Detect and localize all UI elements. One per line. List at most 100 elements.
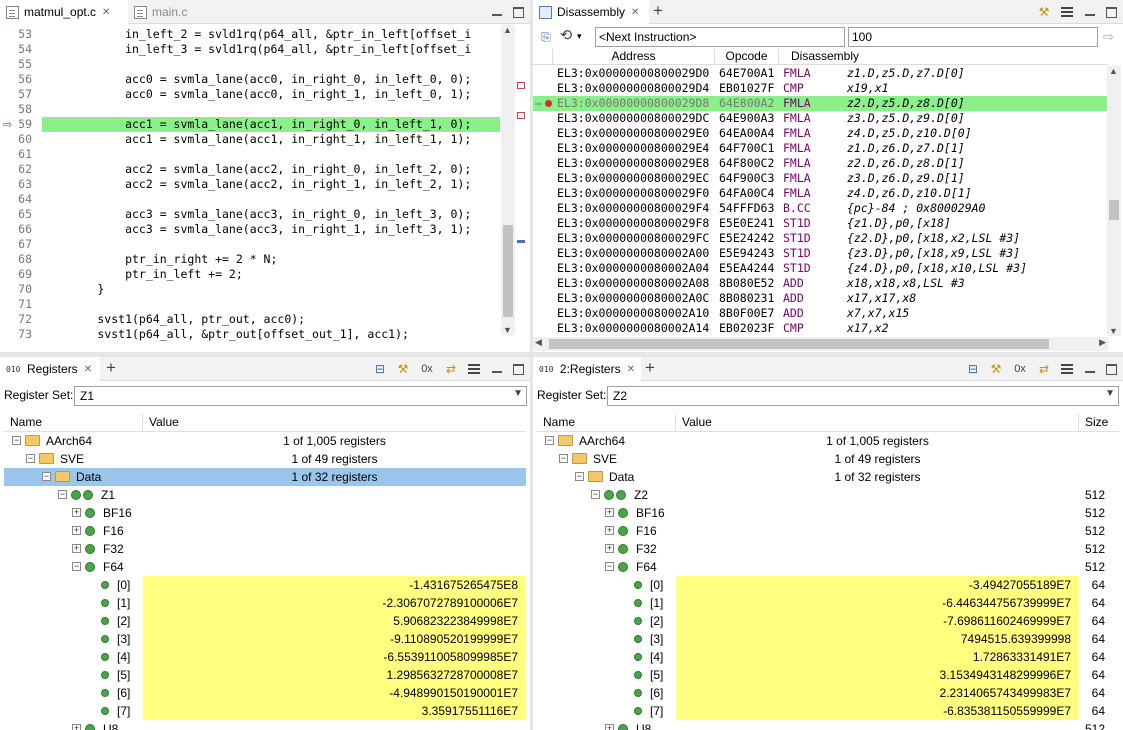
scroll-up-icon[interactable]: ▲: [1109, 66, 1118, 76]
register-value[interactable]: -1.431675265475E8: [143, 576, 526, 594]
register-row[interactable]: [4] -6.5539110058099985E7: [4, 648, 526, 666]
registers-tree[interactable]: − AArch64 1 of 1,005 registers − SVE 1 of 49 …: [533, 432, 1123, 730]
disassembly-row[interactable]: EL3:0x00000000800029E4 64F700C1 FMLA z1.D,z…: [533, 141, 1108, 156]
register-row[interactable]: [5] 1.2985632728700008E7: [4, 666, 526, 684]
disassembly-row[interactable]: EL3:0x00000000800029EC 64F900C3 FMLA z3.D,z…: [533, 171, 1108, 186]
column-opcode[interactable]: Opcode: [715, 49, 779, 65]
collapse-icon[interactable]: −: [26, 454, 35, 464]
chevron-down-icon[interactable]: ▼: [513, 388, 523, 399]
register-row[interactable]: [1] -6.446344756739999E7 64: [537, 594, 1119, 612]
register-value[interactable]: -9.110890520199999E7: [143, 630, 526, 648]
register-value[interactable]: 3.35917551116E7: [143, 702, 526, 720]
close-icon[interactable]: ✕: [102, 7, 110, 18]
register-set-select[interactable]: Z1 ▼: [74, 386, 527, 406]
tab-main-c[interactable]: main.c: [128, 0, 208, 24]
register-row[interactable]: [2] 5.906823223849998E7: [4, 612, 526, 630]
expand-icon[interactable]: +: [72, 724, 81, 730]
editor-vertical-scrollbar[interactable]: ▲ ▼: [501, 25, 515, 335]
register-row[interactable]: − SVE 1 of 49 registers: [537, 450, 1119, 468]
minimize-icon[interactable]: [1083, 5, 1097, 19]
history-icon[interactable]: ⟲: [559, 28, 573, 43]
wrench-icon[interactable]: ⚒: [1037, 5, 1051, 19]
register-value[interactable]: 2.2314065743499983E7: [676, 684, 1079, 702]
go-icon[interactable]: ⇨: [1103, 29, 1114, 45]
register-value[interactable]: 1.2985632728700008E7: [143, 666, 526, 684]
register-row[interactable]: + U8 512: [537, 720, 1119, 730]
register-row[interactable]: + BF16 512: [537, 504, 1119, 522]
disassembly-row[interactable]: EL3:0x0000000080002A0C 8B080231 ADD x17,x17…: [533, 291, 1108, 306]
scroll-up-icon[interactable]: ▲: [503, 25, 512, 35]
register-row[interactable]: + F16 512: [537, 522, 1119, 540]
column-value[interactable]: Value: [676, 414, 1079, 431]
close-icon[interactable]: ✕: [627, 364, 635, 375]
register-value[interactable]: 5.906823223849998E7: [143, 612, 526, 630]
register-row[interactable]: [2] -7.698611602469999E7 64: [537, 612, 1119, 630]
register-set-select[interactable]: Z2 ▼: [607, 386, 1119, 406]
register-value[interactable]: -3.49427055189E7: [676, 576, 1079, 594]
register-row[interactable]: [6] -4.948990150190001E7: [4, 684, 526, 702]
refresh-icon[interactable]: ⇄: [1037, 362, 1051, 376]
view-menu-icon[interactable]: [1060, 362, 1074, 376]
scrollbar-thumb[interactable]: [549, 339, 1049, 349]
register-row[interactable]: + F32 512: [537, 540, 1119, 558]
disassembly-row[interactable]: EL3:0x00000000800029E8 64F800C2 FMLA z2.D,z…: [533, 156, 1108, 171]
column-disassembly[interactable]: Disassembly: [779, 49, 869, 65]
add-view-icon[interactable]: +: [645, 358, 655, 378]
scroll-left-icon[interactable]: ◀: [535, 337, 542, 348]
expand-icon[interactable]: +: [605, 526, 614, 536]
collapse-icon[interactable]: −: [12, 436, 21, 446]
close-icon[interactable]: ✕: [84, 364, 92, 375]
register-row[interactable]: [3] 7494515.639399998 64: [537, 630, 1119, 648]
register-row[interactable]: − SVE 1 of 49 registers: [4, 450, 526, 468]
overview-marker[interactable]: [517, 82, 525, 89]
add-view-icon[interactable]: +: [653, 1, 663, 21]
column-address[interactable]: Address: [553, 49, 715, 65]
add-view-icon[interactable]: +: [106, 358, 116, 378]
collapse-icon[interactable]: −: [591, 490, 600, 500]
registers-tree[interactable]: − AArch64 1 of 1,005 registers − SVE 1 of 49 …: [0, 432, 530, 730]
register-value[interactable]: -7.698611602469999E7: [676, 612, 1079, 630]
maximize-icon[interactable]: [1106, 363, 1117, 375]
close-icon[interactable]: ✕: [631, 7, 639, 18]
collapse-icon[interactable]: −: [72, 562, 81, 572]
register-row[interactable]: − AArch64 1 of 1,005 registers: [4, 432, 526, 450]
hex-format-icon[interactable]: 0x: [419, 362, 435, 376]
link-icon[interactable]: ⊟: [373, 362, 387, 376]
collapse-icon[interactable]: −: [58, 490, 67, 500]
scrollbar-thumb[interactable]: [1109, 200, 1119, 220]
scroll-down-icon[interactable]: ▼: [1109, 326, 1118, 336]
history-dropdown-icon[interactable]: ▾: [577, 31, 582, 42]
tab-registers-2[interactable]: 010 2:Registers ✕: [533, 357, 641, 381]
register-value[interactable]: 1.72863331491E7: [676, 648, 1079, 666]
maximize-icon[interactable]: [1106, 6, 1117, 18]
register-row[interactable]: − Z2 512: [537, 486, 1119, 504]
disassembly-row[interactable]: EL3:0x0000000080002A08 8B080E52 ADD x18,x18…: [533, 276, 1108, 291]
register-value[interactable]: -2.3067072789100006E7: [143, 594, 526, 612]
scrollbar-thumb[interactable]: [503, 225, 513, 317]
expand-icon[interactable]: +: [605, 724, 614, 730]
view-menu-icon[interactable]: [467, 362, 481, 376]
disassembly-list[interactable]: EL3:0x00000000800029D0 64E700A1 FMLA z1.D,z…: [533, 66, 1108, 338]
tab-disassembly[interactable]: Disassembly ✕: [533, 0, 649, 24]
register-row[interactable]: + BF16: [4, 504, 526, 522]
column-value[interactable]: Value: [143, 414, 526, 431]
expand-icon[interactable]: +: [605, 508, 614, 518]
disassembly-row[interactable]: EL3:0x0000000080002A14 EB02023F CMP x17,x2: [533, 321, 1108, 336]
disassembly-row[interactable]: EL3:0x0000000080002A10 8B0F00E7 ADD x7,x7,x…: [533, 306, 1108, 321]
disassembly-vertical-scrollbar[interactable]: ▲ ▼: [1107, 66, 1121, 336]
register-value[interactable]: -4.948990150190001E7: [143, 684, 526, 702]
register-row[interactable]: − Data 1 of 32 registers: [537, 468, 1119, 486]
register-row[interactable]: [4] 1.72863331491E7 64: [537, 648, 1119, 666]
expand-icon[interactable]: +: [72, 544, 81, 554]
minimize-icon[interactable]: [490, 5, 504, 19]
link-editor-icon[interactable]: ⎘: [539, 30, 553, 44]
register-row[interactable]: [6] 2.2314065743499983E7 64: [537, 684, 1119, 702]
overview-marker[interactable]: [517, 112, 525, 119]
refresh-icon[interactable]: ⇄: [444, 362, 458, 376]
register-value[interactable]: 1 of 49 registers: [143, 450, 526, 468]
register-row[interactable]: − F64: [4, 558, 526, 576]
register-value[interactable]: -6.5539110058099985E7: [143, 648, 526, 666]
expand-icon[interactable]: +: [72, 526, 81, 536]
register-value[interactable]: 1 of 32 registers: [143, 468, 526, 486]
disassembly-row[interactable]: EL3:0x00000000800029F0 64FA00C4 FMLA z4.D,z…: [533, 186, 1108, 201]
